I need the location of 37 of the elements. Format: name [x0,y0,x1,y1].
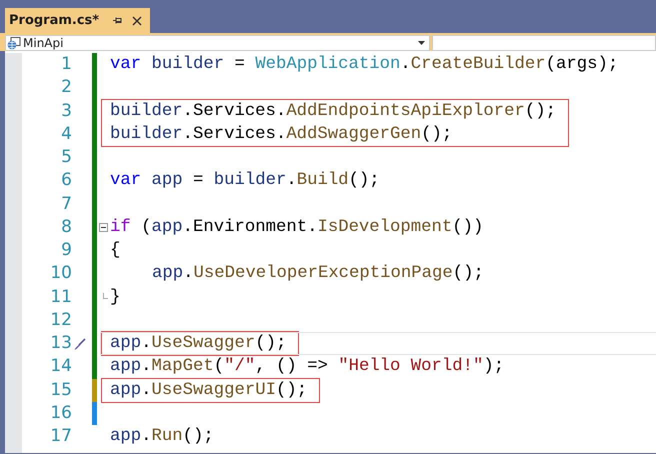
code-line: } [110,286,120,308]
line-number: 8 [60,216,72,239]
line-number: 15 [49,378,72,402]
caret-icon [418,41,425,45]
code-line: app.UseSwagger(); [110,333,286,355]
line-number: 16 [49,402,72,425]
code-line: builder.Services.AddEndpointsApiExplorer(); [110,100,556,122]
line-number: 7 [60,192,72,216]
line-number: 12 [49,308,72,332]
line-number: 11 [49,286,72,308]
code-line: app.UseDeveloperExceptionPage(); [152,263,484,286]
project-dropdown[interactable]: MinApi [5,35,430,51]
code-line: app.UseSwaggerUI(); [110,380,308,402]
code-line: app.MapGet("/", () => "Hello World!"); [110,356,504,378]
code-line: var app = builder.Build(); [110,170,380,192]
tab-title: Program.cs* [9,13,100,28]
collapse-icon[interactable] [99,222,108,232]
close-icon[interactable] [132,16,142,26]
code-line: app.Run(); [110,426,214,448]
line-number: 9 [60,239,72,262]
pin-icon[interactable] [112,15,124,26]
code-line: if (app.Environment.IsDevelopment()) [110,216,484,239]
line-number: 4 [60,122,72,146]
line-number: 1 [60,53,72,76]
line-number: 2 [60,76,72,100]
code-line: { [110,240,120,262]
line-number: 10 [49,262,72,286]
document-tab[interactable]: Program.cs* [5,8,150,33]
code-line: builder.Services.AddSwaggerGen(); [110,124,452,146]
project-icon [7,36,21,50]
line-number: 6 [60,169,72,192]
code-line: var builder = WebApplication.CreateBuilder(args); [110,54,618,76]
line-number: 14 [49,355,72,378]
line-number: 17 [49,425,72,448]
line-number: 3 [60,100,72,122]
line-number: 13 [49,332,72,355]
line-number: 5 [60,146,72,169]
